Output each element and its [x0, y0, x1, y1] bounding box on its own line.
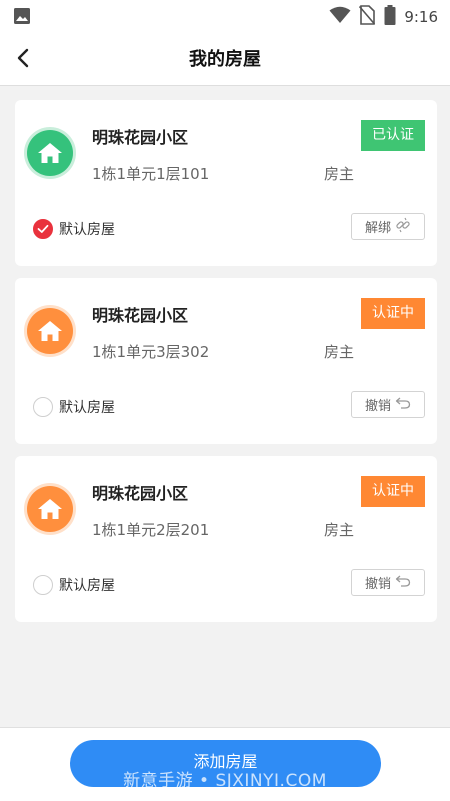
- house-icon: [27, 308, 73, 354]
- owner-role: 房主: [324, 343, 355, 361]
- owner-role: 房主: [324, 521, 355, 539]
- page-title: 我的房屋: [189, 49, 261, 70]
- battery-icon: [384, 5, 396, 29]
- undo-icon: [391, 396, 411, 414]
- default-house-toggle[interactable]: 默认房屋: [33, 396, 115, 418]
- undo-icon: [391, 574, 411, 592]
- owner-role: 房主: [324, 165, 355, 183]
- unit-address: 1栋1单元3层302: [92, 343, 210, 361]
- app-header: 我的房屋: [0, 32, 450, 86]
- house-card[interactable]: 明珠花园小区 1栋1单元1层101 房主 已认证 默认房屋 解绑: [15, 100, 437, 266]
- default-house-toggle[interactable]: 默认房屋: [33, 574, 115, 596]
- default-house-label: 默认房屋: [59, 578, 115, 594]
- image-icon: [13, 8, 31, 29]
- house-card[interactable]: 明珠花园小区 1栋1单元3层302 房主 认证中 默认房屋 撤销: [15, 278, 437, 444]
- action-label: 撤销: [364, 399, 391, 414]
- checked-radio-icon: [33, 219, 53, 239]
- unit-address: 1栋1单元1层101: [92, 165, 210, 183]
- status-badge: 已认证: [361, 120, 425, 151]
- action-label: 撤销: [364, 577, 391, 592]
- status-time: 9:16: [404, 8, 438, 26]
- unlink-icon: [391, 217, 411, 237]
- status-bar: 9:16: [0, 0, 450, 32]
- action-label: 解绑: [364, 221, 391, 236]
- unit-address: 1栋1单元2层201: [92, 521, 210, 539]
- status-right: 9:16: [329, 5, 438, 29]
- status-left: [13, 7, 31, 29]
- community-name: 明珠花园小区: [92, 306, 189, 325]
- community-name: 明珠花园小区: [92, 128, 189, 147]
- add-house-button[interactable]: 添加房屋: [70, 740, 381, 787]
- radio-icon: [33, 575, 53, 595]
- default-house-label: 默认房屋: [59, 400, 115, 416]
- status-badge: 认证中: [361, 298, 425, 329]
- house-card[interactable]: 明珠花园小区 1栋1单元2层201 房主 认证中 默认房屋 撤销: [15, 456, 437, 622]
- house-icon: [27, 486, 73, 532]
- default-house-toggle[interactable]: 默认房屋: [33, 218, 115, 240]
- status-badge: 认证中: [361, 476, 425, 507]
- bottom-bar: 添加房屋: [0, 727, 450, 801]
- wifi-icon: [329, 6, 351, 28]
- default-house-label: 默认房屋: [59, 222, 115, 238]
- radio-icon: [33, 397, 53, 417]
- unbind-button[interactable]: 解绑: [351, 213, 425, 240]
- community-name: 明珠花园小区: [92, 484, 189, 503]
- revoke-button[interactable]: 撤销: [351, 391, 425, 418]
- revoke-button[interactable]: 撤销: [351, 569, 425, 596]
- house-icon: [27, 130, 73, 176]
- no-sim-icon: [359, 5, 376, 29]
